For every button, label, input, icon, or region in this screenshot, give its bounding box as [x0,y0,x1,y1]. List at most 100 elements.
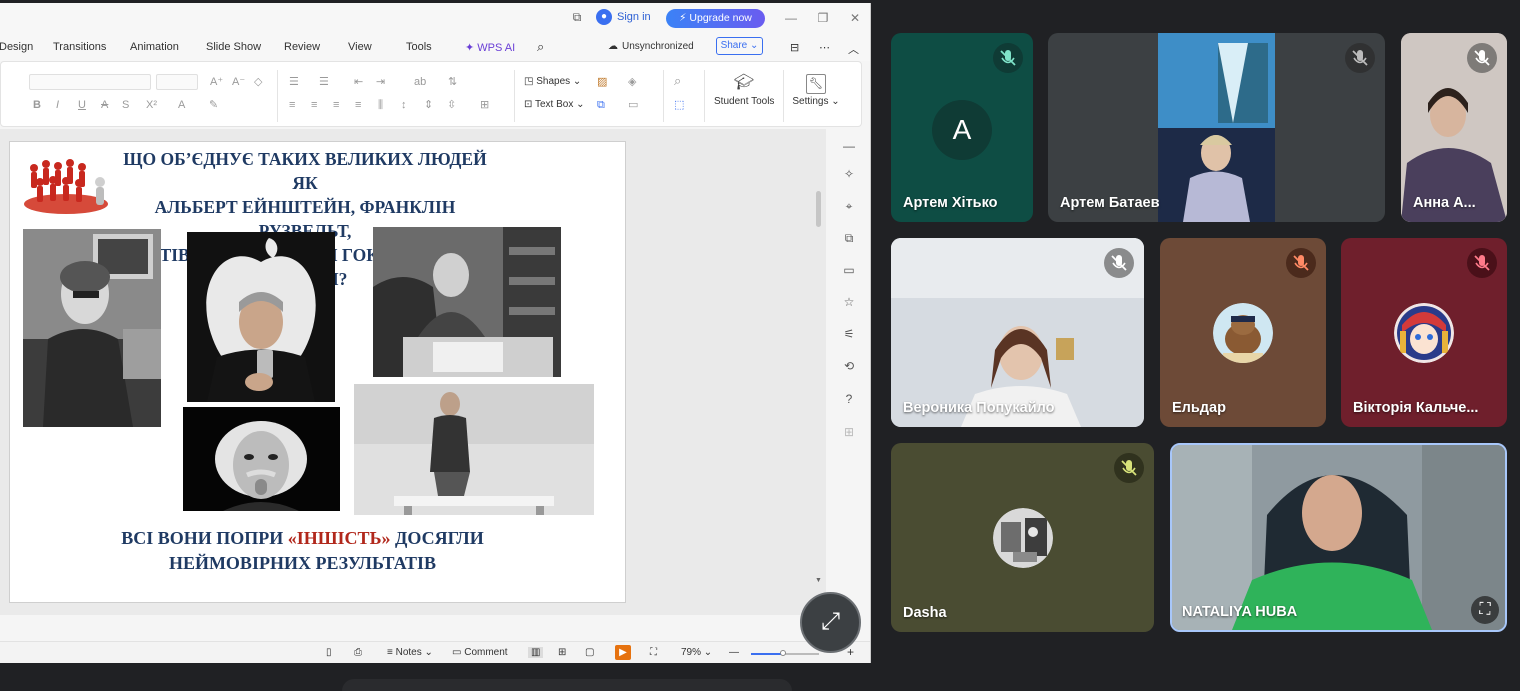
shapes-button[interactable]: ◳ Shapes ⌄ [524,76,581,87]
zoom-slider-handle[interactable] [780,650,786,656]
sort-icon[interactable]: ⇅ [448,75,457,89]
participant-tile[interactable]: A Артем Хітько [891,33,1033,222]
more-icon[interactable]: ⋯ [819,41,830,54]
slide-sorter-icon[interactable]: ⊞ [558,647,566,658]
align-left-icon[interactable]: ≡ [289,98,295,112]
text-box-align-icon[interactable]: ⊞ [480,98,489,112]
photo-franklin-roosevelt[interactable] [373,227,561,377]
star-icon[interactable]: ☆ [842,295,856,309]
strikethrough-icon[interactable]: A [101,98,108,112]
shadow-icon[interactable]: S [122,98,129,112]
font-color-icon[interactable]: A [178,98,185,112]
grid-icon[interactable]: ⊞ [842,425,856,439]
participant-tile[interactable]: Вероника Попукайло [891,238,1144,427]
comment-pane-icon[interactable]: ▭ [842,263,856,277]
vertical-scrollbar[interactable] [816,191,821,227]
slide[interactable]: ЩО ОБ’ЄДНУЄ ТАКИХ ВЕЛИКИХ ЛЮДЕЙ ЯК АЛЬБЕ… [9,141,626,603]
zoom-out-icon[interactable]: — [729,647,739,658]
sign-in-button[interactable]: ● Sign in [596,9,651,25]
adjust-icon[interactable]: ⚟ [842,327,856,341]
window-switch-icon[interactable]: ⧉ [570,10,584,24]
photo-stephen-hawking[interactable] [23,229,161,427]
collapse-ribbon-icon[interactable]: ︿ [848,41,859,57]
tab-transitions[interactable]: Transitions [53,41,106,53]
increase-font-icon[interactable]: A⁺ [210,75,223,89]
tab-slide-show[interactable]: Slide Show [206,41,261,53]
slide-layout-icon[interactable]: ▯ [326,647,332,658]
paragraph-spacing-icon[interactable]: ⇕ [424,98,433,112]
fill-icon[interactable]: ◈ [628,75,636,89]
picture-icon[interactable]: ▨ [597,75,607,89]
play-slideshow-icon[interactable]: ▶ [615,645,631,660]
collapse-pane-icon[interactable]: — [842,139,856,153]
notes-button[interactable]: ≡ Notes ⌄ [387,647,433,658]
clear-format-icon[interactable]: ◇ [254,75,262,89]
student-tools-button[interactable]: 🎓︎ Student Tools [714,74,774,107]
toolbox-icon[interactable]: ⊟ [790,41,799,54]
line-spacing-icon[interactable]: ↕ [401,98,407,112]
share-button[interactable]: Share ⌄ [716,37,763,55]
reading-view-icon[interactable]: ▢ [585,647,594,658]
participant-tile[interactable]: Вікторія Кальче... [1341,238,1507,427]
participant-tile-active-speaker[interactable]: NATALIYA HUBA ⛶ [1170,443,1507,632]
normal-view-icon[interactable]: ▥ [528,647,544,658]
tab-view[interactable]: View [348,41,372,53]
transition-pane-icon[interactable]: ⧉ [842,231,856,245]
slide-canvas[interactable]: ЩО ОБ’ЄДНУЄ ТАКИХ ВЕЛИКИХ ЛЮДЕЙ ЯК АЛЬБЕ… [0,129,826,615]
bold-icon[interactable]: B [33,98,41,112]
photo-steve-jobs[interactable] [187,232,335,402]
justify-icon[interactable]: ≡ [355,98,361,112]
fit-window-icon[interactable]: ⛶ [650,647,657,658]
bullets-icon[interactable]: ☰ [289,75,299,89]
superscript-icon[interactable]: X² [146,98,157,112]
search-icon[interactable]: ⌕ [537,39,544,55]
text-direction-icon[interactable]: ab [414,75,426,89]
outdent-icon[interactable]: ⇤ [354,75,363,89]
select-icon[interactable]: ⬚ [674,98,684,112]
participant-tile[interactable]: Dasha [891,443,1154,632]
outline-icon[interactable]: ▭ [628,98,638,112]
tab-animation[interactable]: Animation [130,41,179,53]
text-box-button[interactable]: ⊡ Text Box ⌄ [524,99,585,110]
indent-icon[interactable]: ⇥ [376,75,385,89]
photo-albert-einstein[interactable] [183,407,340,511]
expand-presentation-icon[interactable]: ⤢ [800,592,861,653]
history-icon[interactable]: ⟲ [842,359,856,373]
valign-icon[interactable]: ⇳ [447,98,456,112]
highlight-icon[interactable]: ✎ [209,98,218,112]
close-icon[interactable]: ✕ [847,10,863,26]
arrange-icon[interactable]: ⧉ [597,98,605,112]
tab-wps-ai[interactable]: ✦ WPS AI [465,41,515,54]
animation-pane-icon[interactable]: ⌖ [842,199,856,213]
settings-button[interactable]: 🔧︎ Settings ⌄ [791,74,841,107]
restore-icon[interactable]: ❐ [815,10,831,26]
font-family-select[interactable] [29,74,151,90]
italic-icon[interactable]: I [56,98,59,112]
underline-icon[interactable]: U [78,98,86,112]
scroll-down-icon[interactable]: ▼ [815,577,822,584]
participant-tile[interactable]: Анна А... [1401,33,1507,222]
slide-conclusion-text[interactable]: ВСІ ВОНИ ПОПРИ «ІНШІСТЬ» ДОСЯГЛИ НЕЙМОВІ… [60,526,545,576]
align-center-icon[interactable]: ≡ [311,98,317,112]
columns-icon[interactable]: ⫼ [378,98,383,112]
format-painter-icon[interactable]: ⎙ [354,647,362,658]
zoom-level[interactable]: 79% ⌄ [681,647,712,658]
crop-icon[interactable]: ⛶ [1471,596,1499,624]
decrease-font-icon[interactable]: A⁻ [232,75,245,89]
numbering-icon[interactable]: ☰ [319,75,329,89]
upgrade-now-button[interactable]: ⚡ Upgrade now [666,9,765,28]
align-right-icon[interactable]: ≡ [333,98,339,112]
font-size-select[interactable] [156,74,198,90]
sync-status[interactable]: ☁ Unsynchronized [608,41,694,52]
help-icon[interactable]: ? [842,392,856,406]
tab-tools[interactable]: Tools [406,41,432,53]
participant-tile[interactable]: Ельдар [1160,238,1326,427]
tab-design[interactable]: Design [0,41,33,53]
photo-nick-vujicic[interactable] [354,384,594,515]
tab-review[interactable]: Review [284,41,320,53]
find-icon[interactable]: ⌕ [674,74,681,88]
minimize-icon[interactable]: — [783,10,799,26]
magic-tool-icon[interactable]: ✧ [842,167,856,181]
zoom-slider-track[interactable] [783,653,819,655]
participant-tile[interactable]: Артем Батаев [1048,33,1385,222]
